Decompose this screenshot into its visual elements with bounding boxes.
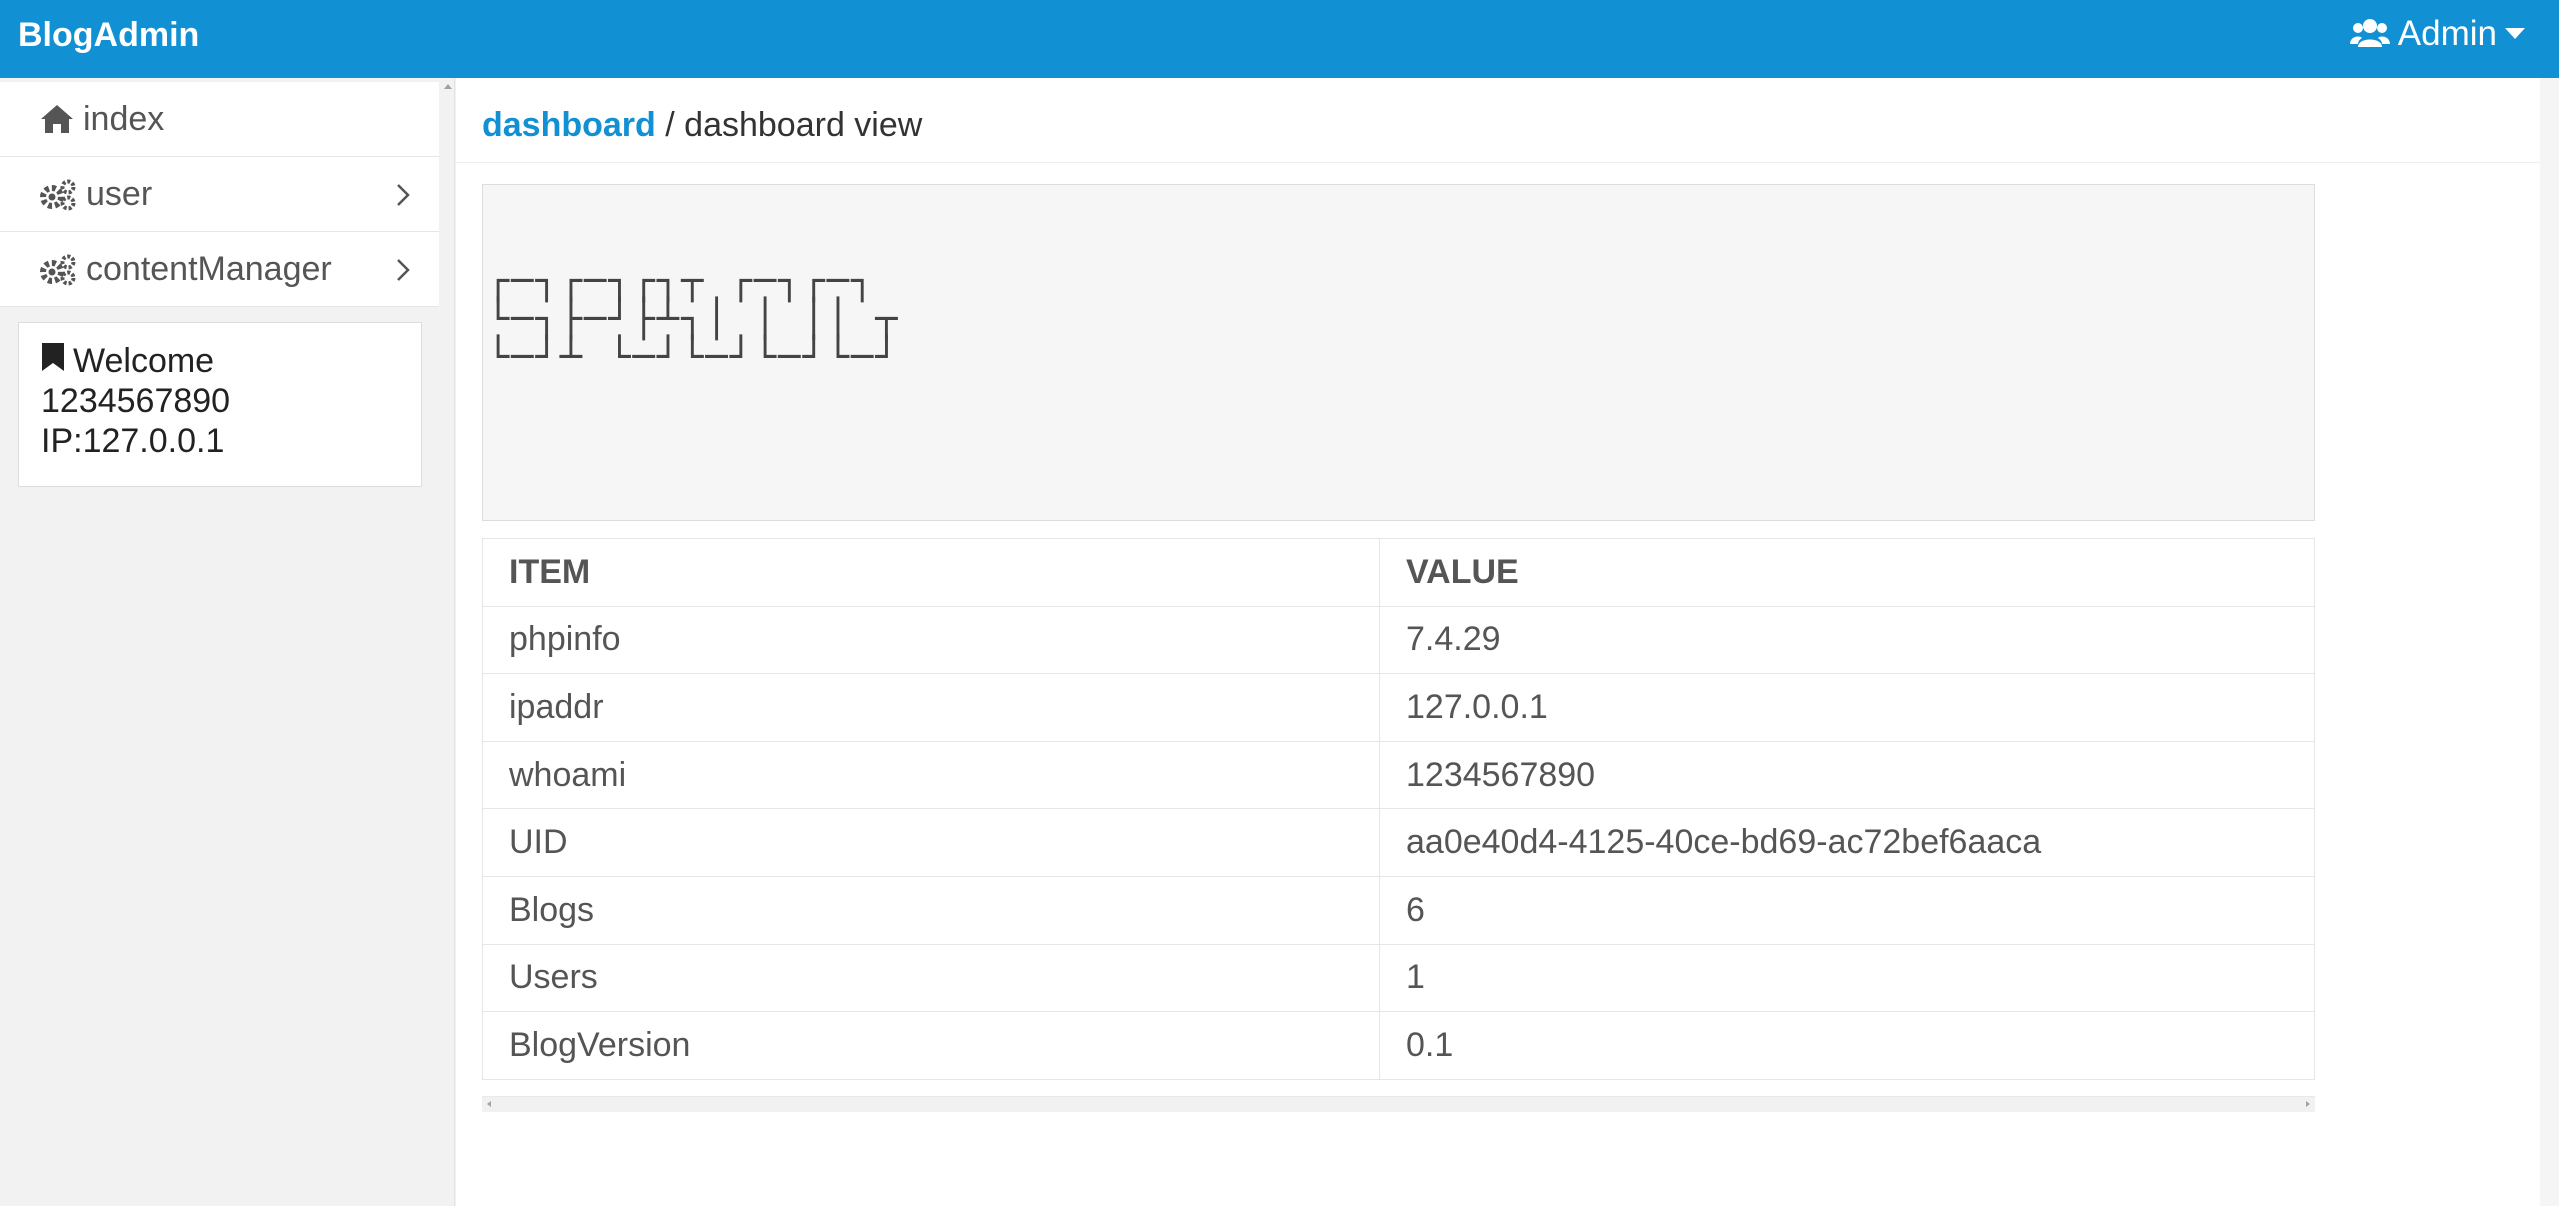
cell-value: 1234567890 bbox=[1379, 741, 2315, 810]
top-navbar: BlogAdmin Admin bbox=[0, 0, 2559, 78]
admin-menu-label: Admin bbox=[2397, 14, 2497, 53]
scroll-left-arrow-icon[interactable] bbox=[487, 1101, 491, 1107]
sidebar-item-label: user bbox=[86, 174, 153, 213]
welcome-text: Welcome bbox=[73, 342, 215, 380]
admin-user-menu[interactable]: Admin bbox=[2349, 14, 2525, 54]
table-row: phpinfo 7.4.29 bbox=[482, 606, 2315, 675]
table-header-row: ITEM VALUE bbox=[482, 538, 2315, 607]
sidebar-nav: index user contentManager bbox=[0, 82, 439, 307]
sidebar-item-index[interactable]: index bbox=[0, 82, 439, 157]
ascii-banner: ┌─┐┌─┐┌┐┬ ┌─┐┌─┐ └─┐├─┘├┴┐│ │ ││ ┬ └─┘┴ … bbox=[482, 184, 2315, 521]
breadcrumb-current: dashboard view bbox=[684, 106, 923, 144]
sidebar-item-label: contentManager bbox=[86, 249, 332, 288]
sidebar-scrollbar[interactable] bbox=[441, 78, 455, 1206]
sidebar-item-contentmanager[interactable]: contentManager bbox=[0, 232, 439, 307]
cell-item: UID bbox=[482, 808, 1380, 877]
home-icon bbox=[40, 104, 76, 136]
table-row: UID aa0e40d4-4125-40ce-bd69-ac72bef6aaca bbox=[482, 808, 2315, 877]
table-row: BlogVersion 0.1 bbox=[482, 1011, 2315, 1080]
cell-value: 6 bbox=[1379, 876, 2315, 945]
cell-item: whoami bbox=[482, 741, 1380, 810]
welcome-ip: IP:127.0.0.1 bbox=[41, 422, 225, 460]
users-icon bbox=[2349, 17, 2390, 51]
scroll-up-arrow-icon[interactable] bbox=[444, 84, 452, 89]
breadcrumb-separator: / bbox=[665, 106, 675, 144]
welcome-user-id: 1234567890 bbox=[41, 382, 231, 420]
table-row: Users 1 bbox=[482, 944, 2315, 1013]
breadcrumb-link-dashboard[interactable]: dashboard bbox=[482, 106, 656, 144]
column-header-item: ITEM bbox=[482, 538, 1380, 607]
table-row: Blogs 6 bbox=[482, 876, 2315, 945]
gears-icon bbox=[40, 179, 76, 211]
cell-item: ipaddr bbox=[482, 673, 1380, 742]
table-row: whoami 1234567890 bbox=[482, 741, 2315, 810]
caret-down-icon bbox=[2505, 28, 2525, 40]
system-info-table: ITEM VALUE phpinfo 7.4.29 ipaddr 127.0.0… bbox=[482, 538, 2315, 1080]
table-horizontal-scrollbar[interactable] bbox=[482, 1096, 2315, 1112]
gears-icon bbox=[40, 254, 76, 286]
cell-value: 127.0.0.1 bbox=[1379, 673, 2315, 742]
brand-logo[interactable]: BlogAdmin bbox=[18, 16, 199, 55]
ascii-logo: ┌─┐┌─┐┌┐┬ ┌─┐┌─┐ └─┐├─┘├┴┐│ │ ││ ┬ └─┘┴ … bbox=[487, 259, 900, 378]
sidebar-item-label: index bbox=[83, 99, 165, 138]
table-row: ipaddr 127.0.0.1 bbox=[482, 673, 2315, 742]
cell-value: 1 bbox=[1379, 944, 2315, 1013]
cell-value: aa0e40d4-4125-40ce-bd69-ac72bef6aaca bbox=[1379, 808, 2315, 877]
cell-item: Blogs bbox=[482, 876, 1380, 945]
sidebar-item-user[interactable]: user bbox=[0, 157, 439, 232]
cell-item: BlogVersion bbox=[482, 1011, 1380, 1080]
cell-item: Users bbox=[482, 944, 1380, 1013]
welcome-card: Welcome 1234567890 IP:127.0.0.1 bbox=[18, 322, 422, 487]
chevron-right-icon bbox=[396, 183, 410, 212]
cell-value: 7.4.29 bbox=[1379, 606, 2315, 675]
cell-item: phpinfo bbox=[482, 606, 1380, 675]
bookmark-icon bbox=[41, 341, 65, 381]
chevron-right-icon bbox=[396, 258, 410, 287]
breadcrumb-divider bbox=[456, 162, 2540, 163]
right-gutter bbox=[2540, 78, 2559, 1206]
column-header-value: VALUE bbox=[1379, 538, 2315, 607]
cell-value: 0.1 bbox=[1379, 1011, 2315, 1080]
breadcrumb: dashboard / dashboard view bbox=[482, 106, 922, 145]
scroll-right-arrow-icon[interactable] bbox=[2306, 1101, 2310, 1107]
